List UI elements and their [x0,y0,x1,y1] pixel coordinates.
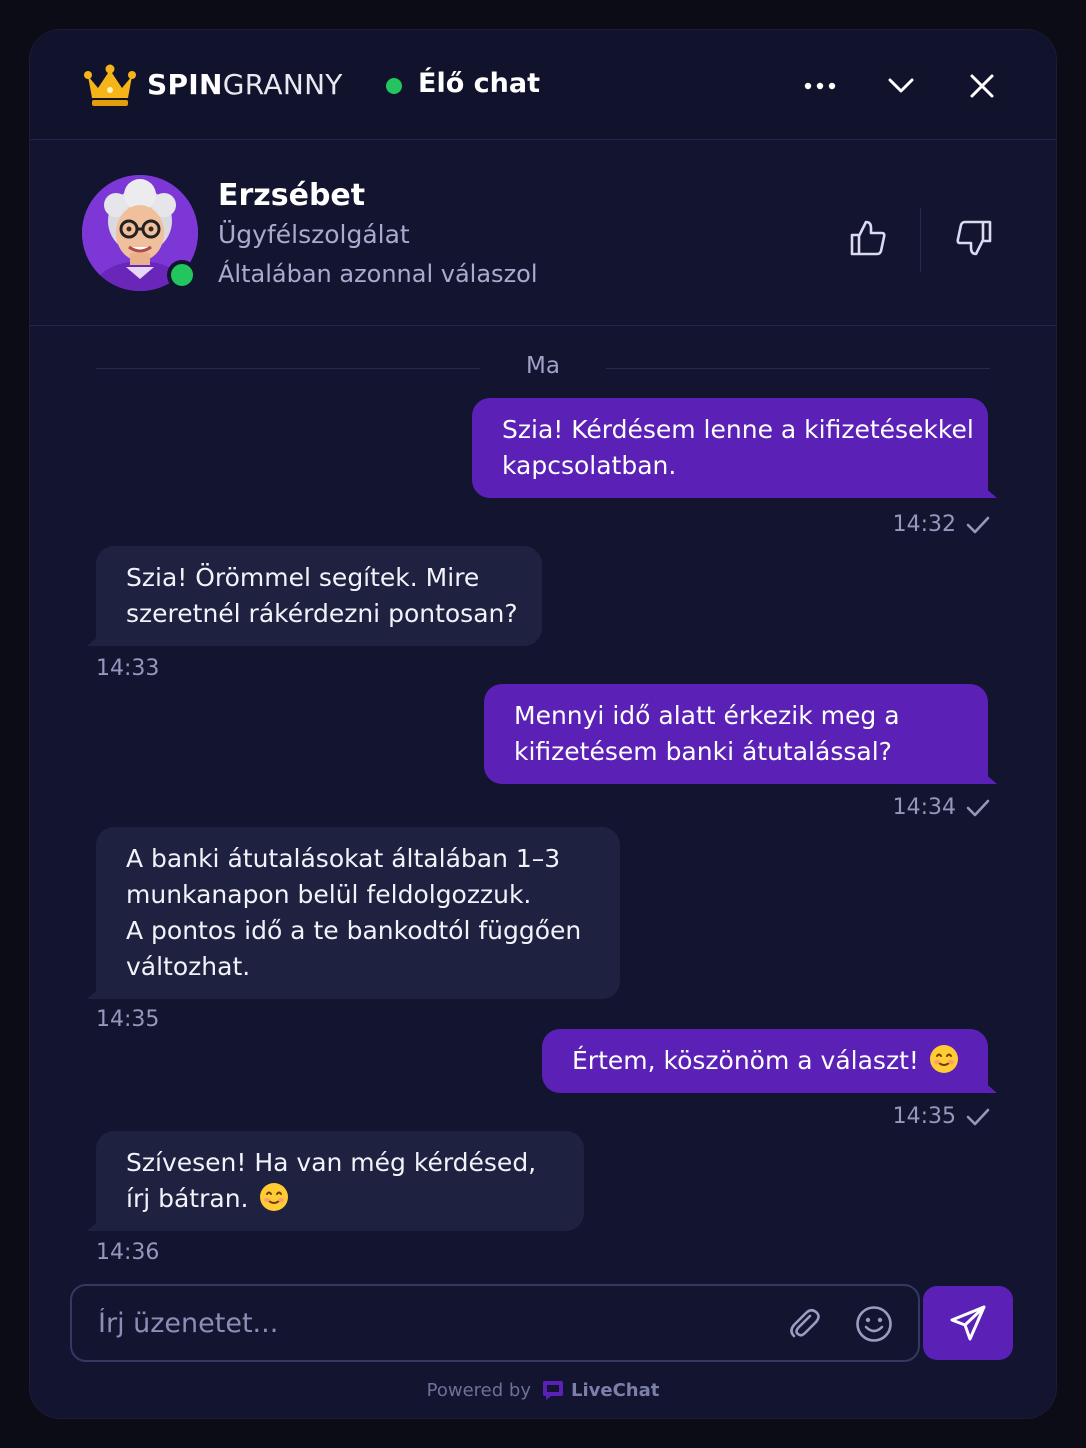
livechat-name: LiveChat [570,1379,660,1401]
chat-widget: SPINGRANNY Élő chat Erzsébet Ügyfélszolg… [30,30,1056,1418]
live-status-dot [386,78,402,94]
message-timestamp: 14:36 [96,1240,160,1265]
incoming-message: A banki átutalásokat általában 1–3 munka… [87,827,620,999]
message-composer [70,1284,920,1362]
brand-logo: SPINGRANNY [147,68,343,101]
more-icon[interactable] [798,64,842,108]
message-line: kifizetésem banki átutalással? [514,737,892,766]
message-timestamp: 14:34 [893,795,990,820]
rating-divider [920,208,921,272]
message-timestamp: 14:33 [96,656,160,681]
powered-by: Powered by LiveChat [30,1378,1056,1402]
read-check-icon [966,799,990,816]
timestamp-text: 14:34 [892,795,956,820]
send-icon [950,1305,986,1341]
brand-bold: SPIN [147,68,223,101]
brand-rest: GRANNY [222,68,343,101]
message-line: Értem, köszönöm a választ! [572,1046,919,1075]
message-line: munkanapon belül feldolgozzuk. [126,880,532,909]
outgoing-message: Mennyi idő alatt érkezik meg a kifizetés… [484,684,997,784]
attachment-icon[interactable] [782,1302,826,1346]
send-button[interactable] [923,1286,1013,1360]
agent-response-note: Általában azonnal válaszol [218,260,538,288]
message-line: változhat. [126,952,251,981]
agent-name: Erzsébet [218,178,366,213]
livechat-logo[interactable]: LiveChat [541,1378,659,1402]
message-timestamp: 14:35 [893,1104,990,1129]
message-line: Szívesen! Ha van még kérdésed, [126,1148,537,1177]
message-line: Szia! Örömmel segítek. Mire [126,563,480,592]
thumbs-up-icon[interactable] [844,214,892,262]
agent-role: Ügyfélszolgálat [218,220,410,249]
incoming-message: Szívesen! Ha van még kérdésed, írj bátra… [87,1131,584,1231]
message-line: írj bátran. [126,1184,249,1213]
chevron-down-icon[interactable] [879,64,923,108]
close-icon[interactable] [960,64,1004,108]
message-line: Szia! Kérdésem lenne a kifizetésekkel [502,415,974,444]
day-label: Ma [526,353,560,379]
message-line: szeretnél rákérdezni pontosan? [126,599,518,628]
message-timestamp: 14:32 [893,512,990,537]
message-line: Mennyi idő alatt érkezik meg a [514,701,900,730]
message-timestamp: 14:35 [96,1007,160,1032]
agent-info: Erzsébet Ügyfélszolgálat Általában azonn… [30,140,1056,326]
smile-emoji-icon [929,1045,958,1073]
outgoing-message: Értem, köszönöm a választ! [542,1029,997,1093]
incoming-message: Szia! Örömmel segítek. Mire szeretnél rá… [87,546,542,646]
read-check-icon [966,1108,990,1125]
read-check-icon [966,516,990,533]
live-status-label: Élő chat [418,68,541,99]
outgoing-message: Szia! Kérdésem lenne a kifizetésekkel ka… [472,398,997,498]
message-line: A pontos idő a te bankodtól függően [126,916,582,945]
thumbs-down-icon[interactable] [950,214,998,262]
timestamp-text: 14:32 [892,512,956,537]
crown-icon [84,64,136,106]
chat-header: SPINGRANNY Élő chat [30,30,1056,140]
message-input[interactable] [98,1300,758,1346]
emoji-picker-icon[interactable] [852,1302,896,1346]
powered-by-label: Powered by [426,1379,531,1401]
online-indicator [167,260,197,290]
message-line: kapcsolatban. [502,451,677,480]
smile-emoji-icon [259,1183,288,1211]
day-separator: Ma [96,353,990,383]
message-line: A banki átutalásokat általában 1–3 [126,844,561,873]
livechat-icon [542,1381,563,1400]
timestamp-text: 14:35 [892,1104,956,1129]
